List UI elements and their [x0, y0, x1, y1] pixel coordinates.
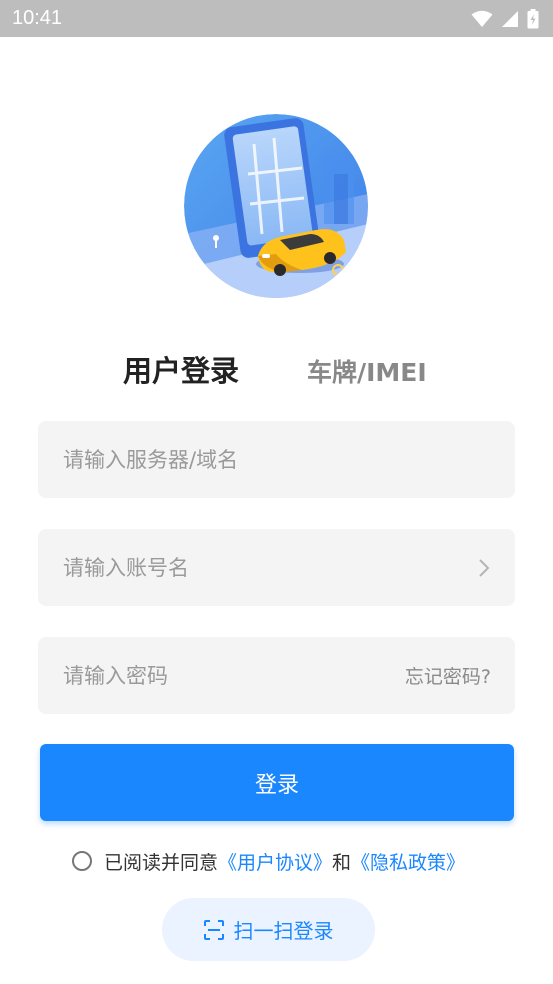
password-input[interactable] [63, 663, 405, 688]
server-input[interactable] [63, 447, 491, 472]
status-bar: 10:41 [0, 0, 553, 37]
status-time: 10:41 [12, 7, 63, 29]
status-icons [471, 8, 539, 29]
server-field [38, 421, 515, 498]
privacy-policy-link[interactable]: 《隐私政策》 [351, 848, 465, 875]
scan-login-label: 扫一扫登录 [233, 919, 334, 943]
tab-plate-imei[interactable]: 车牌/IMEI [307, 353, 427, 389]
signal-icon [502, 10, 518, 27]
login-button[interactable]: 登录 [40, 744, 514, 821]
agreement-radio[interactable] [72, 851, 92, 871]
car-map-illustration [184, 114, 368, 298]
app-logo [184, 114, 368, 298]
agreement-prefix: 已阅读并同意 [104, 851, 219, 874]
wifi-icon [471, 10, 493, 27]
chevron-right-icon[interactable] [477, 557, 491, 579]
account-input[interactable] [63, 555, 477, 580]
scan-icon [203, 919, 224, 940]
battery-charging-icon [527, 8, 539, 28]
account-field [38, 529, 515, 606]
forgot-password-link[interactable]: 忘记密码? [405, 662, 491, 689]
login-tabs: 用户登录 车牌/IMEI [0, 348, 553, 392]
scan-login-button[interactable]: 扫一扫登录 [162, 898, 375, 961]
agreement-and: 和 [332, 851, 352, 874]
agreement-row: 已阅读并同意 《用户协议》 和 《隐私政策》 [72, 848, 465, 874]
tab-user-login[interactable]: 用户登录 [123, 348, 239, 390]
password-field: 忘记密码? [38, 637, 515, 714]
user-agreement-link[interactable]: 《用户协议》 [218, 848, 332, 875]
